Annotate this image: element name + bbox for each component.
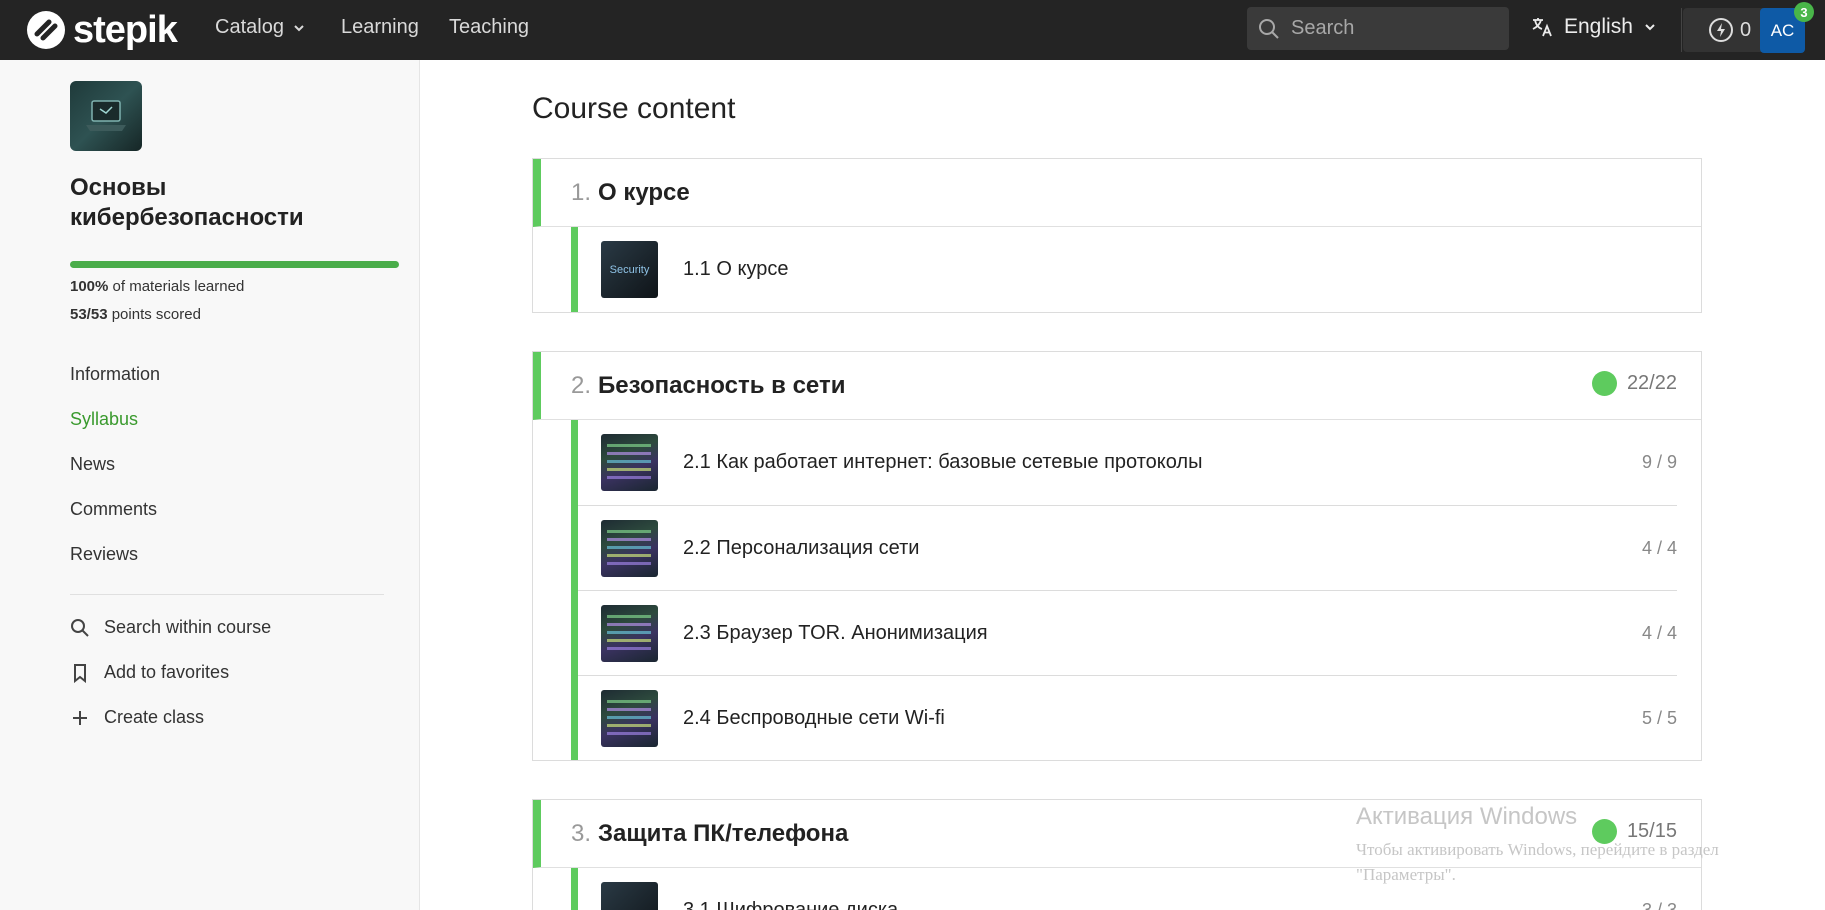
section-number: 1. [571, 178, 592, 206]
lesson-score: 4 / 4 [1641, 537, 1677, 558]
search-icon [71, 618, 89, 637]
lesson-item[interactable]: 2.2 Персонализация сети 4 / 4 [578, 505, 1677, 590]
lesson-item[interactable]: 2.3 Браузер TOR. Анонимизация 4 / 4 [578, 590, 1677, 675]
course-cover-image[interactable] [70, 81, 142, 151]
lesson-title: 2.3 Браузер TOR. Анонимизация [683, 621, 988, 644]
lesson-title: 2.4 Беспроводные сети Wi-fi [683, 706, 945, 729]
notification-badge[interactable]: 3 [1794, 2, 1814, 22]
top-navbar: stepik Catalog Learning Teaching English… [0, 0, 1825, 60]
section-number: 3. [571, 819, 592, 847]
section-score: 22/22 [1591, 371, 1677, 396]
add-to-favorites-button[interactable]: Add to favorites [70, 662, 229, 683]
chevron-down-icon [294, 24, 304, 31]
points-stat: 53/53 points scored [70, 306, 201, 323]
sidebar-link-reviews[interactable]: Reviews [70, 544, 138, 565]
course-progress-bar [70, 261, 399, 268]
laptop-illustration-icon [86, 100, 126, 131]
notification-count: 3 [1800, 4, 1808, 20]
sidebar-link-comments[interactable]: Comments [70, 499, 157, 520]
nav-catalog[interactable]: Catalog [215, 16, 306, 39]
watermark-title: Активация Windows [1356, 803, 1578, 830]
lesson-score: 3 / 3 [1641, 900, 1677, 910]
materials-percent: 100% [70, 278, 109, 295]
lesson-thumbnail [601, 689, 658, 747]
lesson-thumbnail [601, 882, 658, 910]
search-box[interactable] [1247, 7, 1509, 50]
stepik-logo-icon [27, 11, 65, 49]
lesson-thumbnail: Security [601, 241, 658, 298]
search-input[interactable] [1291, 17, 1491, 40]
sidebar-link-information[interactable]: Information [70, 364, 160, 385]
add-to-favorites-label: Add to favorites [104, 662, 230, 682]
lesson-thumbnail [601, 519, 658, 577]
chevron-down-icon [1645, 24, 1655, 31]
windows-activation-watermark: Активация Windows Чтобы активировать Win… [1356, 803, 1719, 887]
energy-count: 0 [1739, 18, 1752, 41]
section-header[interactable]: 2. Безопасность в сети 22/22 [533, 352, 1701, 420]
nav-teaching-label: Teaching [449, 16, 530, 38]
lesson-item[interactable]: Security 1.1 О курсе [578, 227, 1677, 312]
create-class-label: Create class [104, 707, 205, 727]
lesson-score: 5 / 5 [1641, 707, 1677, 728]
section-number: 2. [571, 371, 592, 399]
materials-stat: 100% of materials learned [70, 278, 244, 295]
create-class-button[interactable]: Create class [70, 707, 204, 728]
section-title: Защита ПК/телефона [598, 819, 849, 847]
lesson-list: 2.1 Как работает интернет: базовые сетев… [571, 420, 1701, 760]
navbar-divider [1681, 8, 1682, 52]
course-sidebar: Основы кибербезопасности 100% of materia… [0, 60, 420, 910]
section-header[interactable]: 1. О курсе [533, 159, 1701, 227]
points-value: 53/53 [70, 306, 108, 323]
lesson-item[interactable]: 2.4 Беспроводные сети Wi-fi 5 / 5 [578, 675, 1677, 760]
sidebar-divider [70, 594, 384, 595]
logo-text: stepik [73, 8, 178, 51]
lesson-item[interactable]: 2.1 Как работает интернет: базовые сетев… [578, 420, 1677, 505]
lesson-thumbnail [601, 434, 658, 491]
lesson-list: Security 1.1 О курсе [571, 227, 1701, 312]
nav-learning-label: Learning [341, 16, 419, 38]
language-selector[interactable]: English [1530, 15, 1657, 39]
lesson-score: 4 / 4 [1641, 622, 1677, 643]
nav-catalog-label: Catalog [215, 16, 284, 38]
syllabus-section: 1. О курсе Security 1.1 О курсе [532, 158, 1702, 313]
plus-icon [73, 710, 87, 725]
section-title: Безопасность в сети [598, 371, 846, 399]
nav-learning[interactable]: Learning [341, 16, 419, 39]
sidebar-link-news[interactable]: News [70, 454, 115, 475]
section-title: О курсе [598, 178, 690, 206]
course-title: Основы кибербезопасности [70, 174, 304, 231]
lesson-score: 9 / 9 [1641, 452, 1677, 472]
complete-status-dot [1591, 371, 1617, 396]
sidebar-link-syllabus[interactable]: Syllabus [70, 409, 138, 430]
materials-label: of materials learned [112, 278, 245, 295]
stepik-logo[interactable]: stepik [25, 8, 178, 52]
section-score-value: 22/22 [1626, 372, 1677, 394]
search-within-course-button[interactable]: Search within course [70, 617, 271, 638]
watermark-text-line2: "Параметры". [1356, 865, 1456, 884]
points-label: points scored [111, 306, 201, 323]
bookmark-icon [74, 663, 86, 683]
watermark-text-line1: Чтобы активировать Windows, перейдите в … [1356, 840, 1719, 859]
avatar-initials: AC [1770, 20, 1795, 40]
page-title: Course content [532, 92, 736, 125]
course-progress-fill [70, 261, 399, 268]
lesson-title: 2.2 Персонализация сети [683, 536, 920, 559]
lesson-thumbnail-text: Security [609, 263, 650, 276]
lightning-icon [1708, 18, 1733, 42]
syllabus-section: 2. Безопасность в сети 22/22 2.1 Как раб… [532, 351, 1702, 761]
lesson-title: 1.1 О курсе [683, 258, 789, 280]
search-icon [1259, 18, 1279, 39]
lesson-title: 2.1 Как работает интернет: базовые сетев… [683, 451, 1203, 473]
lesson-title: 3.1 Шифрование диска [683, 899, 899, 910]
search-within-course-label: Search within course [104, 617, 272, 637]
nav-teaching[interactable]: Teaching [449, 16, 529, 39]
lesson-thumbnail [601, 604, 658, 662]
language-label: English [1564, 15, 1633, 38]
translate-icon [1532, 18, 1552, 37]
